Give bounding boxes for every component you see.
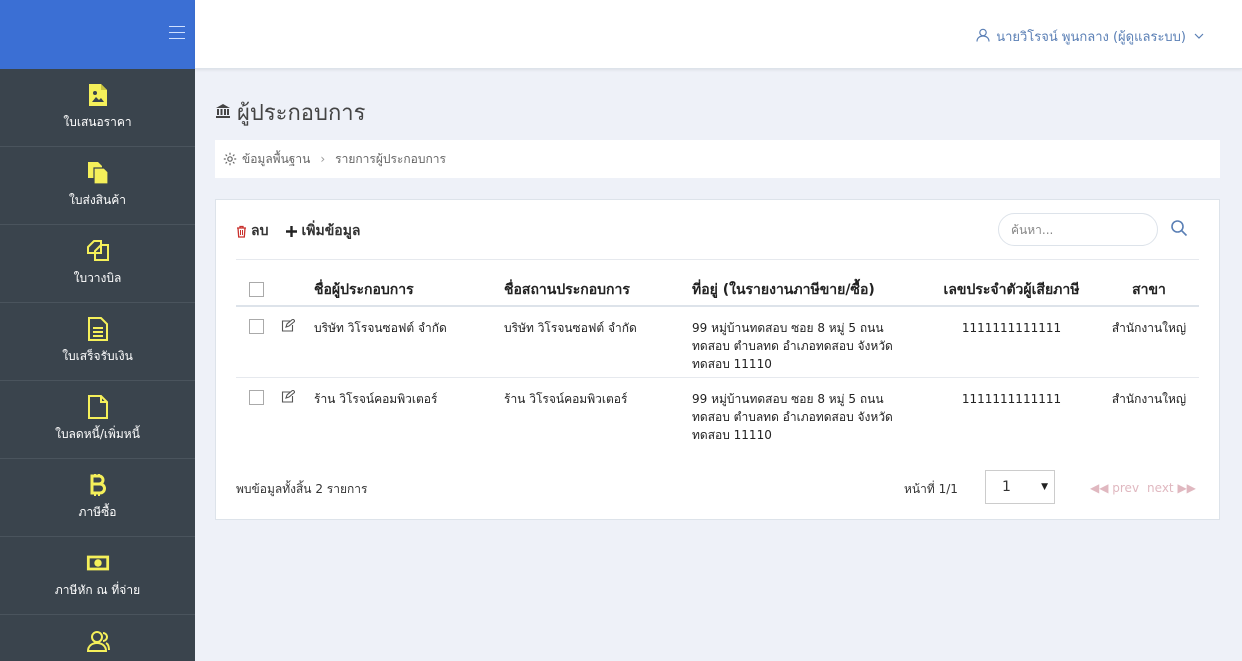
image-file-icon — [86, 83, 110, 107]
add-label: เพิ่มข้อมูล — [301, 223, 361, 239]
row-select-cell — [236, 377, 281, 448]
bank-icon — [215, 103, 231, 123]
address-line: ทดสอบ ตำบลทด อำเภอทดสอบ จังหวัด — [692, 409, 893, 424]
select-all-checkbox[interactable] — [249, 281, 264, 297]
column-header-branch[interactable]: สาขา — [1099, 274, 1199, 307]
edit-column-header — [281, 274, 314, 307]
sidebar-header — [0, 0, 195, 69]
cell-name: บริษัท วิโรจนซอฟต์ จำกัด — [314, 306, 504, 378]
toolbar: ลบ เพิ่มข้อมูล — [236, 220, 379, 242]
delete-label: ลบ — [251, 223, 269, 239]
breadcrumb-current: รายการผู้ประกอบการ — [335, 151, 446, 166]
chevron-down-icon — [1194, 29, 1204, 44]
column-header-place[interactable]: ชื่อสถานประกอบการ — [504, 274, 692, 307]
sidebar-item-delivery[interactable]: ใบส่งสินค้า — [0, 147, 195, 225]
column-header-tax-id[interactable]: เลขประจำตัวผู้เสียภาษี — [924, 274, 1099, 307]
sidebar-item-purchase-tax[interactable]: ภาษีซื้อ — [0, 459, 195, 537]
user-name: นายวิโรจน์ พูนกลาง (ผู้ดูแลระบบ) — [996, 30, 1186, 45]
address-line: 99 หมู่บ้านทดสอบ ซอย 8 หมู่ 5 ถนน — [692, 391, 884, 406]
money-bill-icon — [86, 551, 110, 575]
breadcrumb-root-label: ข้อมูลพื้นฐาน — [242, 151, 311, 166]
sidebar-item-label: ภาษีซื้อ — [78, 505, 117, 519]
gear-icon — [223, 152, 237, 166]
sidebar-item-withholding-tax[interactable]: ภาษีหัก ณ ที่จ่าย — [0, 537, 195, 615]
copy-file-icon — [86, 161, 110, 185]
page-heading: ผู้ประกอบการ — [215, 95, 365, 130]
delete-button[interactable]: ลบ — [236, 220, 268, 242]
cell-name: ร้าน วิโรจน์คอมพิวเตอร์ — [314, 391, 438, 406]
breadcrumb: ข้อมูลพื้นฐาน › รายการผู้ประกอบการ — [215, 140, 1220, 178]
users-icon — [86, 629, 110, 653]
prev-button[interactable]: ◀◀ prev — [1090, 481, 1139, 495]
address-line: ทดสอบ ตำบลทด อำเภอทดสอบ จังหวัด — [692, 339, 893, 353]
sidebar-item-label: ใบเสนอราคา — [63, 115, 132, 129]
bitcoin-icon — [86, 473, 110, 497]
total-count-text: พบข้อมูลทั้งสิ้น 2 รายการ — [236, 482, 368, 496]
sidebar-item-label: ใบลดหนี้/เพิ่มหนี้ — [55, 427, 140, 441]
add-button[interactable]: เพิ่มข้อมูล — [286, 220, 361, 242]
cell-branch: สำนักงานใหญ่ — [1111, 391, 1187, 406]
top-header: นายวิโรจน์ พูนกลาง (ผู้ดูแลระบบ) — [195, 0, 1242, 69]
chevron-right-icon: › — [320, 152, 326, 166]
cell-place: บริษัท วิโรจนซอฟต์ จำกัด — [504, 306, 692, 378]
row-edit-cell — [281, 377, 314, 448]
page-select-value: 1 — [1002, 479, 1011, 495]
sidebar-item-label: ใบเสร็จรับเงิน — [62, 349, 133, 363]
page-title: ผู้ประกอบการ — [237, 101, 366, 126]
file-icon — [86, 395, 110, 419]
page-indicator: หน้าที่ 1/1 — [904, 482, 958, 496]
entrepreneur-table: ชื่อผู้ประกอบการ ชื่อสถานประกอบการ ที่อย… — [236, 274, 1199, 448]
address-line: ทดสอบ 11110 — [692, 357, 772, 371]
search-input[interactable] — [998, 213, 1158, 246]
caret-down-icon: ▼ — [1041, 482, 1048, 492]
sidebar-item-users[interactable] — [0, 615, 195, 661]
row-select-cell — [236, 306, 281, 378]
column-header-name[interactable]: ชื่อผู้ประกอบการ — [314, 274, 504, 307]
address-line: ทดสอบ 11110 — [692, 427, 772, 442]
divider — [236, 259, 1199, 260]
sidebar-item-credit-debit[interactable]: ใบลดหนี้/เพิ่มหนี้ — [0, 381, 195, 459]
edit-icon[interactable] — [281, 388, 296, 408]
address-line: 99 หมู่บ้านทดสอบ ซอย 8 หมู่ 5 ถนน — [692, 321, 884, 335]
sidebar: ใบเสนอราคา ใบส่งสินค้า ใบวางบิล ใบเสร็จร… — [0, 0, 195, 661]
table-row: บริษัท วิโรจนซอฟต์ จำกัด บริษัท วิโรจนซอ… — [236, 306, 1199, 378]
content-panel: ลบ เพิ่มข้อมูล ชื่อผู้ประกอบการ ชื่อสถาน… — [215, 199, 1220, 520]
sidebar-item-receipt[interactable]: ใบเสร็จรับเงิน — [0, 303, 195, 381]
edit-icon[interactable] — [281, 318, 296, 337]
row-checkbox[interactable] — [249, 319, 264, 334]
cell-tax-id: 1111111111111 — [961, 391, 1062, 406]
cell-place: ร้าน วิโรจน์คอมพิวเตอร์ — [504, 391, 628, 406]
next-button[interactable]: next ▶▶ — [1147, 481, 1196, 495]
row-checkbox[interactable] — [249, 389, 264, 405]
column-header-address[interactable]: ที่อยู่ (ในรายงานภาษีขาย/ซื้อ) — [692, 274, 924, 307]
breadcrumb-root[interactable]: ข้อมูลพื้นฐาน — [223, 150, 310, 169]
sidebar-item-label: ใบวางบิล — [73, 271, 122, 285]
cell-tax-id: 1111111111111 — [924, 306, 1099, 378]
hamburger-menu-icon[interactable] — [169, 26, 185, 40]
cell-branch: สำนักงานใหญ่ — [1099, 306, 1199, 378]
search-icon[interactable] — [1170, 219, 1190, 239]
table-row: ร้าน วิโรจน์คอมพิวเตอร์ ร้าน วิโรจน์คอมพ… — [236, 377, 1199, 448]
page-select[interactable]: 1 ▼ — [985, 470, 1055, 504]
user-menu[interactable]: นายวิโรจน์ พูนกลาง (ผู้ดูแลระบบ) — [976, 26, 1204, 47]
cell-address: 99 หมู่บ้านทดสอบ ซอย 8 หมู่ 5 ถนน ทดสอบ … — [692, 306, 924, 378]
plus-icon — [286, 225, 301, 237]
clone-icon — [86, 239, 110, 263]
sidebar-item-billing[interactable]: ใบวางบิล — [0, 225, 195, 303]
row-edit-cell — [281, 306, 314, 378]
trash-icon — [236, 225, 251, 238]
sidebar-item-label: ภาษีหัก ณ ที่จ่าย — [54, 583, 141, 597]
cell-address: 99 หมู่บ้านทดสอบ ซอย 8 หมู่ 5 ถนน ทดสอบ … — [692, 377, 924, 448]
sidebar-item-quotation[interactable]: ใบเสนอราคา — [0, 69, 195, 147]
pager: ◀◀ prev next ▶▶ — [1090, 481, 1204, 495]
select-all-cell — [236, 274, 281, 307]
user-icon — [976, 28, 990, 46]
table-header-row: ชื่อผู้ประกอบการ ชื่อสถานประกอบการ ที่อย… — [236, 274, 1199, 307]
sidebar-item-label: ใบส่งสินค้า — [69, 193, 126, 207]
document-text-icon — [86, 317, 110, 341]
